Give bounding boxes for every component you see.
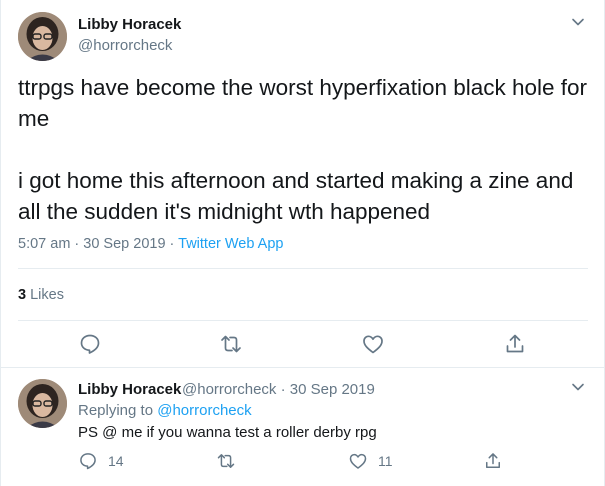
divider (18, 268, 588, 269)
like-icon (363, 335, 383, 354)
reply-retweet-button[interactable] (216, 451, 246, 471)
retweet-button[interactable] (219, 332, 243, 356)
reply-author-handle-date[interactable]: @horrorcheck · 30 Sep 2019 (182, 381, 375, 398)
reply-like-button[interactable]: 11 (348, 451, 393, 471)
chevron-down-icon[interactable] (571, 15, 585, 29)
likes-label: Likes (26, 287, 64, 303)
reply-reply-button[interactable]: 14 (78, 451, 124, 471)
chevron-down-icon[interactable] (571, 380, 585, 394)
author-handle[interactable]: @horrorcheck (78, 37, 172, 54)
retweet-icon (221, 335, 241, 353)
replying-to: Replying to @horrorcheck (78, 402, 252, 419)
share-icon (486, 453, 500, 468)
tweet-source[interactable]: Twitter Web App (178, 236, 283, 252)
reply-text: PS @ me if you wanna test a roller derby… (78, 424, 377, 441)
author-name[interactable]: Libby Horacek (78, 16, 181, 33)
reply-count: 14 (108, 453, 124, 469)
like-icon (349, 453, 367, 469)
divider (18, 320, 588, 321)
likes-count[interactable]: 3 Likes (18, 287, 64, 303)
retweet-icon (217, 454, 235, 468)
like-count: 11 (378, 453, 393, 469)
reply-button[interactable] (78, 332, 102, 356)
tweet-thread: Libby Horacek @horrorcheck ttrpgs have b… (0, 0, 605, 486)
replying-handle-link[interactable]: @horrorcheck (157, 402, 251, 419)
avatar[interactable] (18, 379, 67, 428)
divider (1, 367, 605, 368)
tweet-text: ttrpgs have become the worst hyperfixati… (18, 75, 588, 224)
replying-label: Replying to (78, 402, 158, 419)
reply-icon (80, 334, 100, 354)
tweet-timestamp: 5:07 am · 30 Sep 2019 · Twitter Web App (18, 236, 283, 252)
likes-number: 3 (18, 287, 27, 303)
reply-author-name[interactable]: Libby Horacek (78, 381, 181, 398)
like-button[interactable] (361, 332, 385, 356)
avatar[interactable] (18, 12, 67, 61)
tweet-time[interactable]: 5:07 am · 30 Sep 2019 · (18, 236, 178, 252)
share-icon (506, 334, 524, 353)
reply-icon (80, 453, 96, 470)
share-button[interactable] (503, 332, 527, 356)
reply-share-button[interactable] (483, 451, 513, 471)
